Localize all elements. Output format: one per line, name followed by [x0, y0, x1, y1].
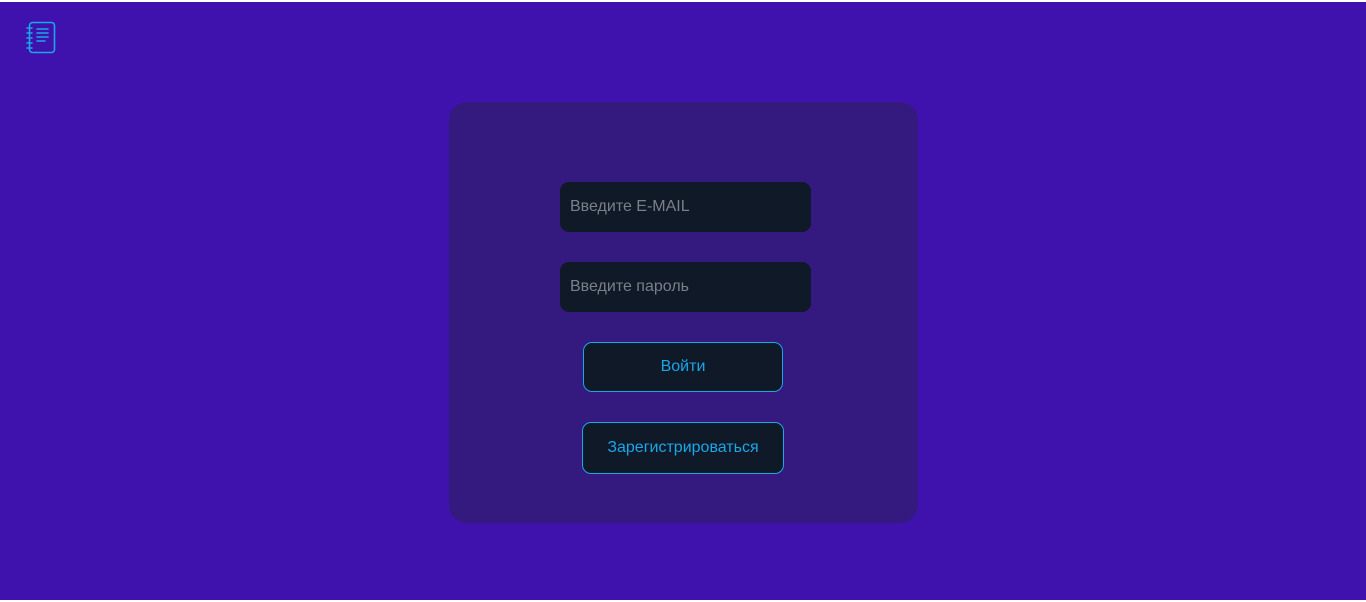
login-card: Войти Зарегистрироваться	[449, 102, 918, 523]
notebook-icon[interactable]	[26, 21, 57, 54]
password-input[interactable]	[560, 262, 811, 312]
register-button[interactable]: Зарегистрироваться	[582, 422, 784, 474]
page-background: Войти Зарегистрироваться	[0, 2, 1366, 600]
login-button[interactable]: Войти	[583, 342, 783, 392]
email-input[interactable]	[560, 182, 811, 232]
